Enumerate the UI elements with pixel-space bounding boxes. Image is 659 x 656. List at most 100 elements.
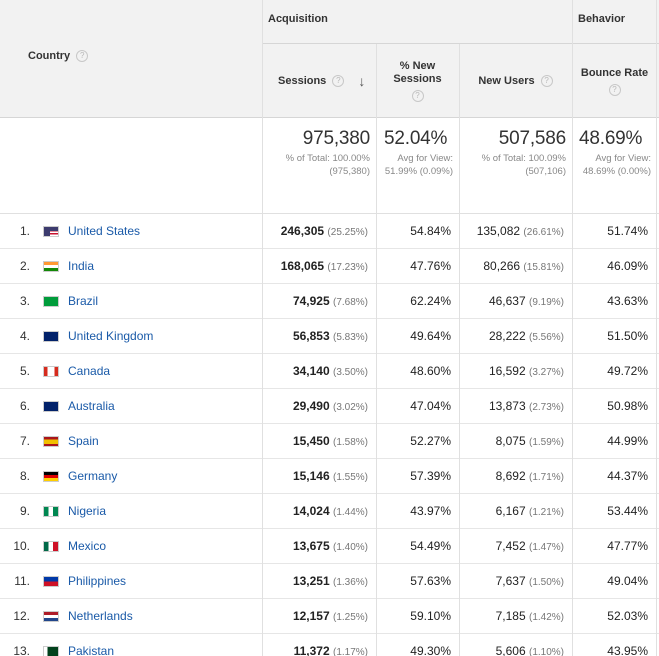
new-users-cell: 135,082 (26.61%) bbox=[459, 214, 572, 249]
bounce-rate-cell: 52.03% bbox=[572, 599, 656, 634]
new-users-percent: (5.56%) bbox=[528, 332, 564, 343]
sessions-cell: 13,251 (1.36%) bbox=[262, 564, 376, 599]
row-rank: 12. bbox=[13, 609, 30, 623]
new-users-value: 7,185 bbox=[495, 609, 526, 623]
country-link[interactable]: Germany bbox=[68, 459, 117, 494]
country-link[interactable]: Australia bbox=[68, 389, 115, 424]
bounce-rate-cell: 44.37% bbox=[572, 459, 656, 494]
country-flag-icon bbox=[43, 611, 59, 622]
country-link[interactable]: United Kingdom bbox=[68, 319, 153, 354]
sessions-value: 13,675 bbox=[292, 539, 330, 553]
country-link[interactable]: Canada bbox=[68, 354, 110, 389]
new-sessions-cell: 43.97% bbox=[376, 494, 459, 529]
bounce-rate-value: 51.50% bbox=[607, 329, 648, 343]
country-link[interactable]: Pakistan bbox=[68, 634, 114, 656]
new-users-percent: (2.73%) bbox=[528, 402, 564, 413]
new-sessions-value: 49.64% bbox=[410, 329, 451, 343]
row-rank: 8. bbox=[19, 469, 30, 483]
sessions-percent: (17.23%) bbox=[327, 262, 368, 273]
new-users-percent: (15.81%) bbox=[523, 262, 564, 273]
sessions-percent: (1.40%) bbox=[332, 542, 368, 553]
new-sessions-value: 62.24% bbox=[410, 294, 451, 308]
new-sessions-cell: 49.30% bbox=[376, 634, 459, 656]
bounce-rate-cell: 43.63% bbox=[572, 284, 656, 319]
bounce-rate-total-value: 48.69% bbox=[579, 128, 643, 149]
bounce-rate-cell: 46.09% bbox=[572, 249, 656, 284]
bounce-rate-value: 44.37% bbox=[607, 469, 648, 483]
help-icon[interactable]: ? bbox=[332, 75, 345, 87]
acquisition-label: Acquisition bbox=[268, 13, 328, 25]
sessions-cell: 11,372 (1.17%) bbox=[262, 634, 376, 656]
sessions-value: 12,157 bbox=[292, 609, 330, 623]
bounce-rate-value: 43.95% bbox=[607, 644, 648, 656]
bounce-rate-cell: 43.95% bbox=[572, 634, 656, 656]
new-users-value: 7,452 bbox=[495, 539, 526, 553]
new-sessions-cell: 48.60% bbox=[376, 354, 459, 389]
new-users-cell: 46,637 (9.19%) bbox=[459, 284, 572, 319]
bounce-rate-column-header[interactable]: Bounce Rate ? bbox=[572, 44, 657, 118]
help-icon[interactable]: ? bbox=[608, 83, 621, 96]
new-users-column-header[interactable]: New Users? bbox=[459, 44, 572, 118]
table-row: 5. Canada 34,140 (3.50%) 48.60% 16,592 (… bbox=[0, 354, 659, 389]
new-sessions-total-value: 52.04% bbox=[384, 128, 448, 149]
country-link[interactable]: Spain bbox=[68, 424, 99, 459]
row-rank: 1. bbox=[19, 224, 30, 238]
bounce-rate-value: 49.72% bbox=[607, 364, 648, 378]
help-icon[interactable]: ? bbox=[76, 50, 89, 63]
country-link[interactable]: Netherlands bbox=[68, 599, 133, 634]
new-sessions-value: 57.63% bbox=[410, 574, 451, 588]
new-users-value: 8,692 bbox=[495, 469, 526, 483]
new-sessions-value: 52.27% bbox=[410, 434, 451, 448]
country-link[interactable]: Nigeria bbox=[68, 494, 106, 529]
new-users-cell: 7,637 (1.50%) bbox=[459, 564, 572, 599]
row-rank: 5. bbox=[19, 364, 30, 378]
new-sessions-cell: 49.64% bbox=[376, 319, 459, 354]
table-row: 13. Pakistan 11,372 (1.17%) 49.30% 5,606… bbox=[0, 634, 659, 656]
new-users-header-label: New Users bbox=[478, 74, 535, 87]
new-users-cell: 8,075 (1.59%) bbox=[459, 424, 572, 459]
country-link[interactable]: United States bbox=[68, 214, 140, 249]
bounce-rate-value: 51.74% bbox=[607, 224, 648, 238]
bounce-rate-value: 49.04% bbox=[607, 574, 648, 588]
behavior-group-header: Behavior bbox=[572, 0, 659, 44]
country-flag-icon bbox=[43, 506, 59, 517]
country-column-header[interactable]: Country? bbox=[0, 0, 262, 118]
sessions-value: 56,853 bbox=[292, 329, 330, 343]
sessions-cell: 246,305 (25.25%) bbox=[262, 214, 376, 249]
new-sessions-cell: 54.49% bbox=[376, 529, 459, 564]
help-icon[interactable]: ? bbox=[540, 75, 553, 87]
bounce-rate-cell: 44.99% bbox=[572, 424, 656, 459]
sessions-percent: (1.25%) bbox=[332, 612, 368, 623]
new-users-percent: (9.19%) bbox=[528, 297, 564, 308]
new-sessions-cell: 57.63% bbox=[376, 564, 459, 599]
new-users-cell: 6,167 (1.21%) bbox=[459, 494, 572, 529]
country-flag-icon bbox=[43, 226, 59, 237]
sessions-value: 34,140 bbox=[292, 364, 330, 378]
table-row: 3. Brazil 74,925 (7.68%) 62.24% 46,637 (… bbox=[0, 284, 659, 319]
new-sessions-value: 59.10% bbox=[410, 609, 451, 623]
country-link[interactable]: Mexico bbox=[68, 529, 106, 564]
country-flag-icon bbox=[43, 436, 59, 447]
country-flag-icon bbox=[43, 296, 59, 307]
country-link[interactable]: Brazil bbox=[68, 284, 98, 319]
new-users-value: 28,222 bbox=[488, 329, 526, 343]
new-sessions-value: 49.30% bbox=[410, 644, 451, 656]
sort-descending-icon[interactable]: ↓ bbox=[358, 74, 365, 88]
bounce-rate-value: 53.44% bbox=[607, 504, 648, 518]
new-users-value: 5,606 bbox=[495, 644, 526, 656]
new-sessions-column-header[interactable]: % New Sessions ? bbox=[376, 44, 459, 118]
sessions-column-header[interactable]: Sessions? ↓ bbox=[262, 44, 376, 118]
new-users-percent: (1.42%) bbox=[528, 612, 564, 623]
sessions-value: 74,925 bbox=[292, 294, 330, 308]
column-divider bbox=[262, 0, 263, 656]
help-icon[interactable]: ? bbox=[411, 90, 424, 102]
table-row: 10. Mexico 13,675 (1.40%) 54.49% 7,452 (… bbox=[0, 529, 659, 564]
new-sessions-total-sub: Avg for View: 51.99% (0.09%) bbox=[384, 153, 453, 177]
country-link[interactable]: Philippines bbox=[68, 564, 126, 599]
bounce-rate-total: 48.69% Avg for View: 48.69% (0.00%) bbox=[572, 118, 657, 214]
bounce-rate-cell: 51.50% bbox=[572, 319, 656, 354]
country-link[interactable]: India bbox=[68, 249, 94, 284]
new-users-value: 8,075 bbox=[495, 434, 526, 448]
new-users-value: 135,082 bbox=[476, 224, 521, 238]
table-row: 11. Philippines 13,251 (1.36%) 57.63% 7,… bbox=[0, 564, 659, 599]
